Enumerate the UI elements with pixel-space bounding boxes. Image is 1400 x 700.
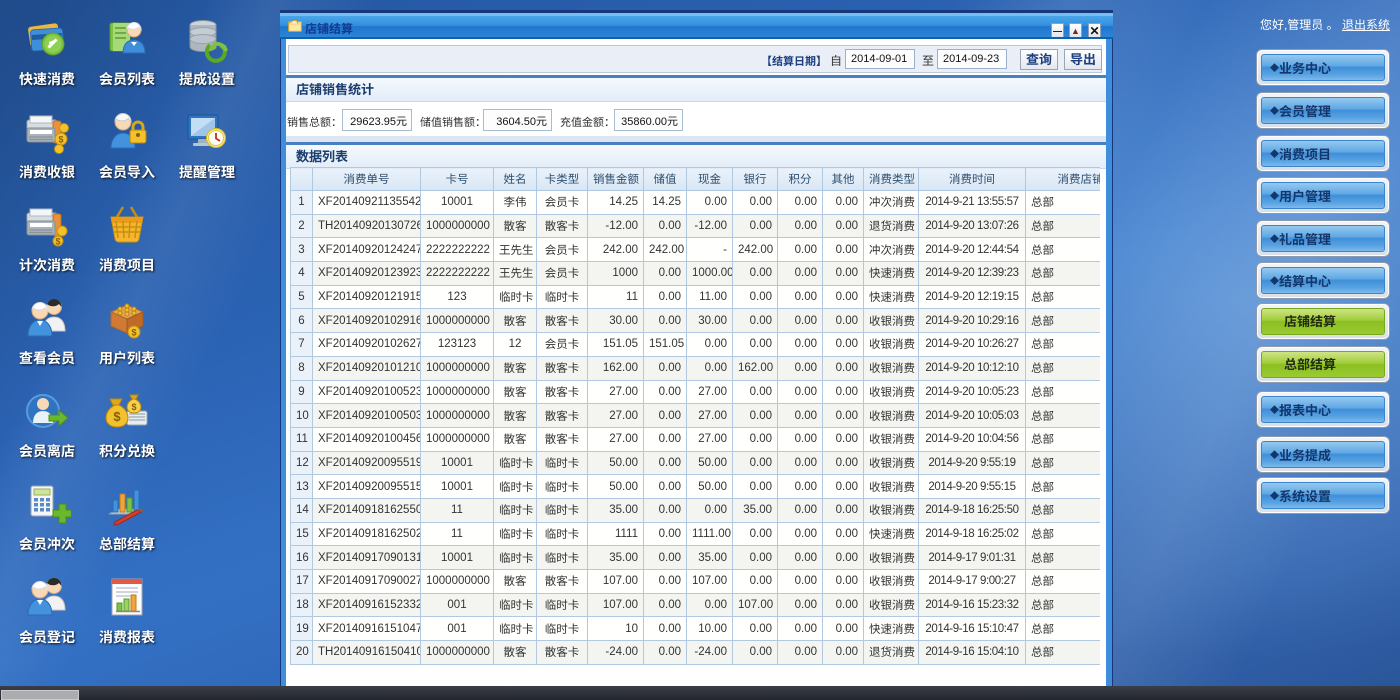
svg-text:$: $ [113, 409, 121, 424]
svg-text:$: $ [58, 135, 63, 145]
svg-text:$: $ [131, 328, 136, 338]
svg-text:$: $ [55, 237, 60, 247]
svg-text:$: $ [131, 402, 136, 412]
